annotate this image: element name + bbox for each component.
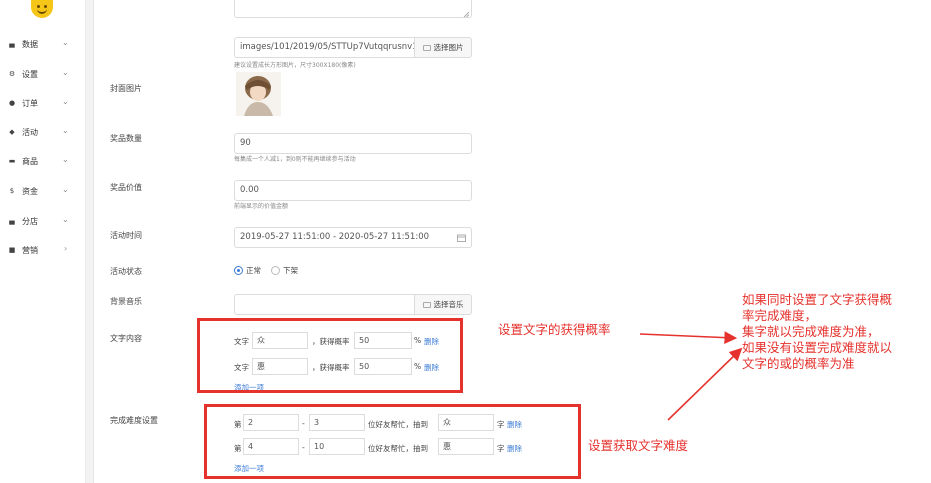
arrow-from-difficulty: [667, 347, 743, 421]
annotation-arrows: [639, 331, 743, 421]
arrow-to-explanation: [639, 331, 738, 344]
